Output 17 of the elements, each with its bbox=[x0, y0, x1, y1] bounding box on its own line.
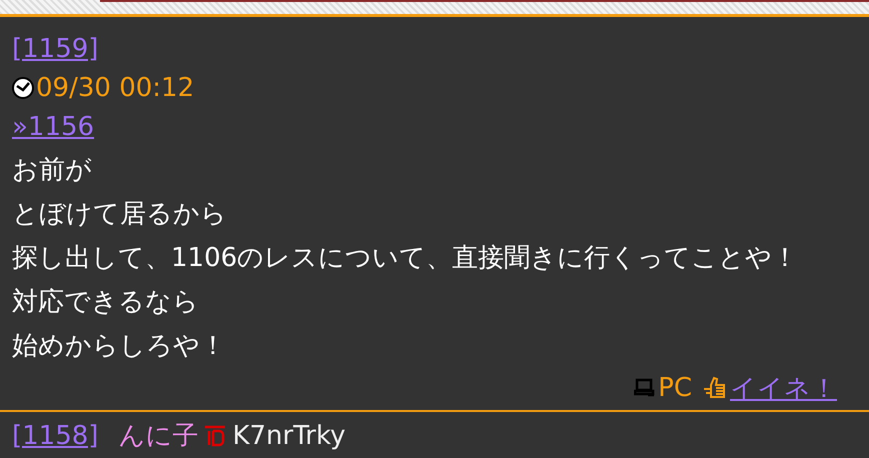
device-label: PC bbox=[658, 373, 692, 403]
post-text-line: 対応できるなら bbox=[12, 286, 200, 319]
post-date: 09/30 00:12 bbox=[36, 72, 194, 102]
post-text-line: お前が bbox=[12, 154, 93, 187]
laptop-icon bbox=[634, 377, 656, 399]
poster-id: K7nrTrky bbox=[232, 420, 346, 450]
like-link[interactable]: イイネ！ bbox=[730, 370, 837, 406]
poster-name: んに子 bbox=[118, 420, 198, 453]
id-icon bbox=[204, 424, 226, 446]
post-text-line: 探し出して、1106のレスについて、直接聞きに行くってことや！ bbox=[12, 242, 800, 275]
clock-icon bbox=[12, 76, 34, 98]
post-text-line: とぼけて居るから bbox=[12, 198, 228, 231]
post-number-link[interactable]: [1158] bbox=[12, 420, 98, 450]
thumbs-up-icon bbox=[702, 375, 728, 401]
reply-anchor-link[interactable]: »1156 bbox=[12, 112, 94, 142]
post-text-line: 始めからしろや！ bbox=[12, 330, 227, 363]
post-number-link[interactable]: [1159] bbox=[12, 34, 98, 64]
